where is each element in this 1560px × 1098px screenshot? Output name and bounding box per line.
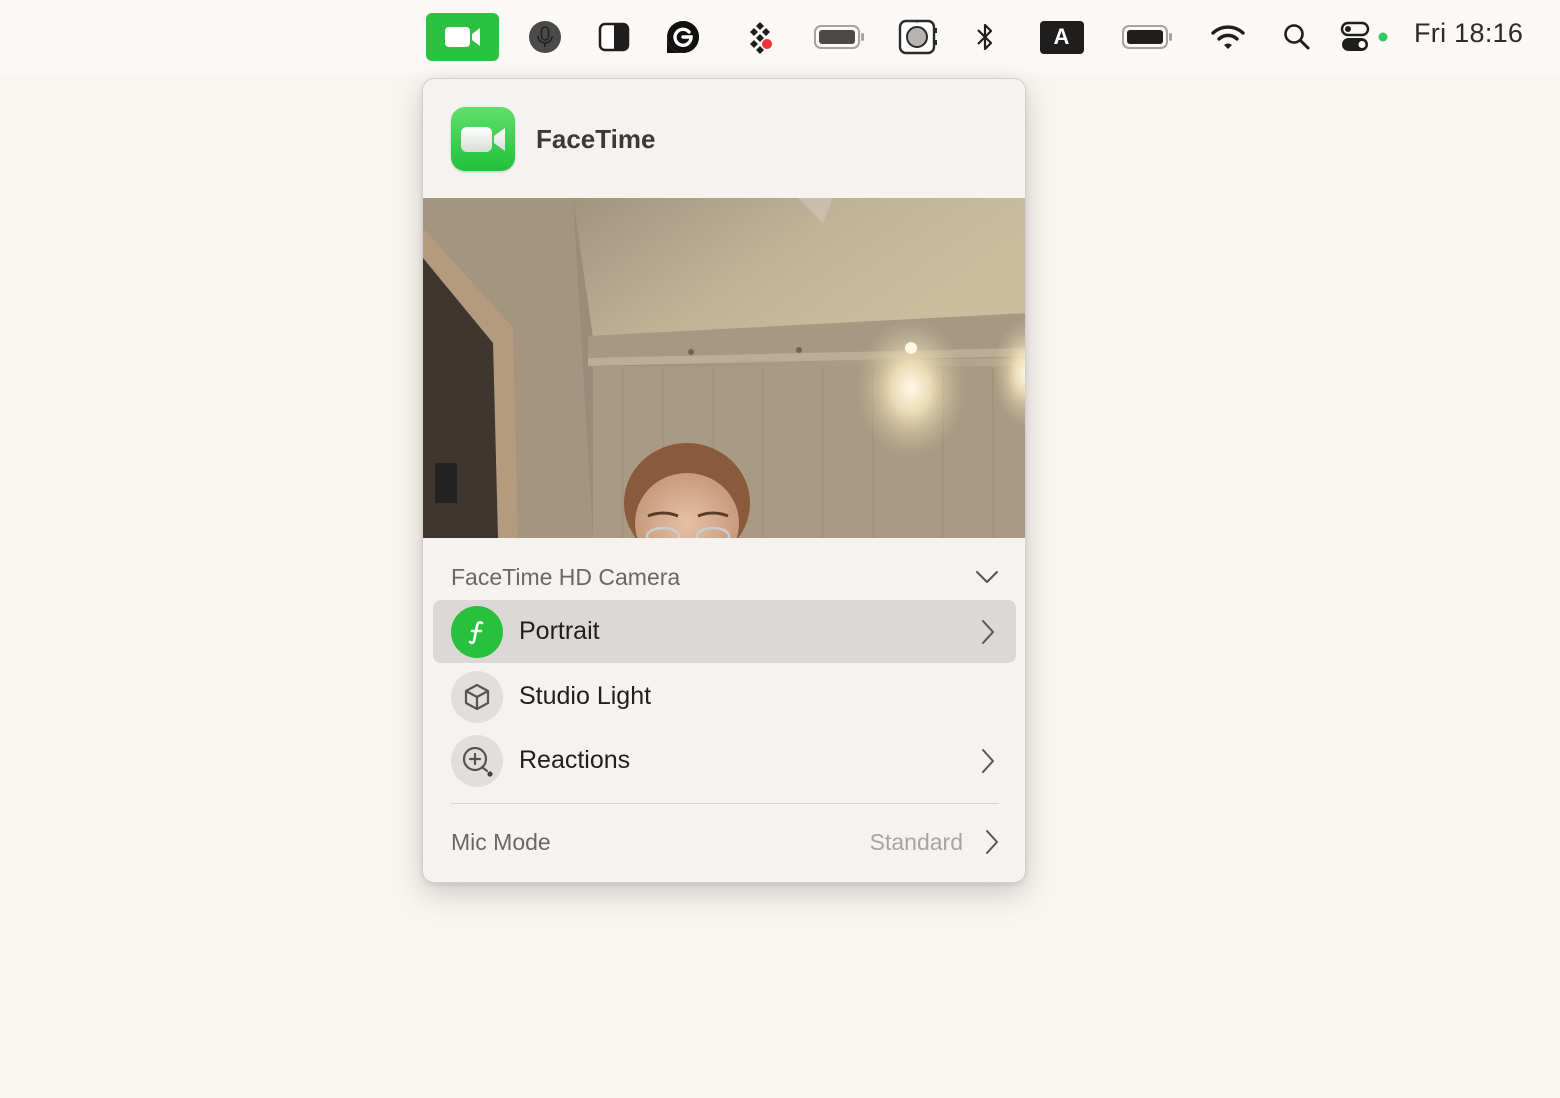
reactions-label: Reactions [519, 746, 631, 774]
grammarly-icon [667, 21, 699, 53]
camera-preview [423, 198, 1025, 538]
battery-icon-1 [814, 25, 864, 49]
grammarly-menu-button[interactable] [665, 12, 701, 62]
portrait-f-icon [468, 620, 484, 644]
wifi-menu-button[interactable] [1209, 12, 1247, 62]
portrait-label: Portrait [519, 617, 600, 645]
camera-select-dropdown[interactable]: FaceTime HD Camera [451, 561, 999, 593]
input-source-label: A [1053, 24, 1070, 49]
spotlight-menu-button[interactable] [1282, 12, 1312, 62]
effect-row-studio-light[interactable]: Studio Light [433, 665, 1016, 728]
control-center-icon [1340, 21, 1388, 51]
bluetooth-menu-button[interactable] [972, 12, 998, 62]
control-center-menu-button[interactable] [1338, 12, 1390, 62]
studio-light-toggle[interactable] [451, 670, 503, 723]
screenshot-icon [898, 19, 937, 55]
battery-icon-2 [1122, 25, 1172, 49]
camera-select-label: FaceTime HD Camera [451, 563, 681, 590]
studio-light-label: Studio Light [519, 682, 652, 710]
screenshot-menu-button[interactable] [897, 12, 939, 62]
input-source-icon: A [1039, 20, 1084, 54]
menu-bar: A Fri 18:16 [0, 0, 1560, 74]
facetime-video-effects-popover: FaceTime FaceTime HD Camera Portrait Stu… [422, 78, 1026, 883]
bluetooth-icon [977, 23, 993, 51]
wifi-icon [1211, 25, 1245, 49]
microphone-icon [529, 21, 561, 53]
display-contrast-menu-button[interactable] [597, 12, 631, 62]
mic-mode-label: Mic Mode [451, 828, 551, 855]
reactions-icon [462, 746, 493, 777]
portrait-toggle[interactable] [451, 605, 503, 658]
spotlight-search-icon [1284, 24, 1310, 50]
divider [451, 803, 999, 804]
app-grid-icon [750, 22, 772, 54]
facetime-video-icon [444, 27, 480, 47]
app-title: FaceTime [536, 124, 656, 154]
microphone-menu-button[interactable] [526, 12, 564, 62]
chevron-right-icon [985, 829, 999, 855]
effect-row-portrait[interactable]: Portrait [433, 600, 1016, 663]
facetime-app-icon [451, 107, 515, 171]
mic-mode-row[interactable]: Mic Mode Standard [451, 825, 999, 859]
mic-mode-value: Standard [869, 828, 963, 855]
effect-row-reactions[interactable]: Reactions [433, 729, 1016, 792]
reactions-toggle[interactable] [451, 734, 503, 787]
chevron-right-icon [978, 618, 998, 646]
chevron-down-icon [976, 571, 998, 583]
battery-menu-button-1[interactable] [813, 12, 867, 62]
input-source-menu-button[interactable]: A [1039, 12, 1084, 62]
display-contrast-icon [598, 22, 630, 52]
facetime-menu-button[interactable] [426, 13, 499, 61]
battery-menu-button-2[interactable] [1121, 12, 1175, 62]
cube-icon [464, 683, 490, 710]
popover-header: FaceTime [423, 79, 1025, 198]
app-grid-menu-button[interactable] [743, 12, 777, 62]
chevron-right-icon [978, 747, 998, 775]
menu-bar-clock[interactable]: Fri 18:16 [1414, 18, 1523, 49]
